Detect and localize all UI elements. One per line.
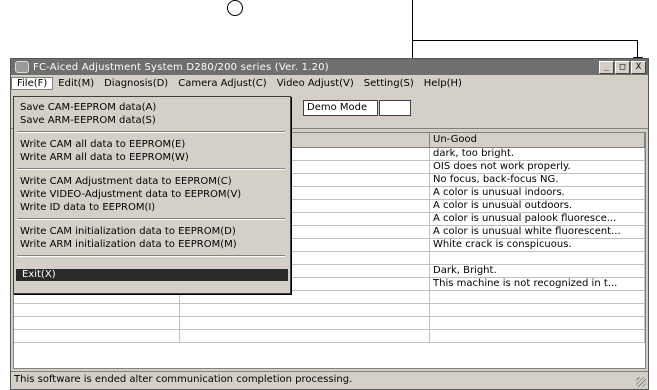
file-menu-dropdown: Save CAM-EEPROM data(A) Save ARM-EEPROM … (13, 96, 291, 294)
table-cell: OIS does not work properly. (430, 161, 645, 173)
table-cell (430, 330, 645, 342)
status-field (379, 100, 411, 116)
table-cell: White crack is conspicuous. (430, 239, 645, 251)
demo-mode-field: Demo Mode (303, 100, 378, 116)
table-cell: No focus, back-focus NG. (430, 174, 645, 186)
menu-item-write-cam-adjustment[interactable]: Write CAM Adjustment data to EEPROM(C) (20, 176, 232, 188)
menu-separator (17, 131, 285, 133)
table-row[interactable] (14, 317, 645, 330)
menu-item-save-arm-eeprom[interactable]: Save ARM-EEPROM data(S) (20, 115, 156, 127)
table-cell (14, 330, 180, 342)
menu-separator (17, 255, 285, 257)
window-title: FC-Aiced Adjustment System D280/200 seri… (33, 61, 329, 73)
table-cell (430, 291, 645, 303)
menu-item-write-id[interactable]: Write ID data to EEPROM(I) (20, 202, 155, 214)
table-cell: dark, too bright. (430, 148, 645, 160)
callout-line-close (637, 40, 638, 58)
table-cell: A color is unusual white fluorescent... (430, 226, 645, 238)
table-cell (180, 304, 430, 316)
menu-setting[interactable]: Setting(S) (359, 78, 419, 89)
table-cell: Dark, Bright. (430, 265, 645, 277)
table-row[interactable] (14, 304, 645, 317)
title-bar[interactable]: FC-Aiced Adjustment System D280/200 seri… (11, 59, 648, 75)
table-cell (180, 330, 430, 342)
menu-bar: File(F) Edit(M) Diagnosis(D) Camera Adju… (11, 75, 648, 92)
table-cell: A color is unusual indoors. (430, 187, 645, 199)
column-header[interactable]: Un-Good (430, 133, 645, 147)
menu-diagnosis[interactable]: Diagnosis(D) (99, 78, 173, 89)
menu-item-exit[interactable]: Exit(X) (16, 269, 288, 281)
app-window: FC-Aiced Adjustment System D280/200 seri… (10, 58, 649, 390)
table-cell (180, 317, 430, 329)
status-bar: This software is ended alter communicati… (11, 371, 648, 389)
table-cell (430, 304, 645, 316)
menu-video-adjust[interactable]: Video Adjust(V) (272, 78, 359, 89)
table-cell (14, 304, 180, 316)
callout-marker (227, 0, 243, 16)
resize-grip-icon[interactable] (636, 377, 646, 387)
menu-camera-adjust[interactable]: Camera Adjust(C) (173, 78, 271, 89)
menu-separator (17, 168, 285, 170)
table-cell (430, 252, 645, 264)
table-cell: A color is unusual outdoors. (430, 200, 645, 212)
callout-line-horizontal (412, 40, 638, 41)
maximize-button[interactable]: □ (615, 61, 630, 74)
menu-separator (17, 218, 285, 220)
table-cell (14, 317, 180, 329)
menu-edit[interactable]: Edit(M) (53, 78, 99, 89)
menu-item-write-arm-init[interactable]: Write ARM initialization data to EEPROM(… (20, 239, 237, 251)
menu-item-write-video-adjustment[interactable]: Write VIDEO-Adjustment data to EEPROM(V) (20, 189, 241, 201)
minimize-button[interactable]: _ (599, 61, 614, 74)
table-cell (430, 317, 645, 329)
table-row[interactable] (14, 330, 645, 343)
close-button[interactable]: X (631, 61, 646, 74)
menu-item-save-cam-eeprom[interactable]: Save CAM-EEPROM data(A) (20, 102, 156, 114)
status-text: This software is ended alter communicati… (14, 374, 353, 385)
menu-item-write-arm-all[interactable]: Write ARM all data to EEPROM(W) (20, 152, 189, 164)
menu-help[interactable]: Help(H) (419, 78, 467, 89)
menu-item-write-cam-init[interactable]: Write CAM initialization data to EEPROM(… (20, 226, 236, 238)
menu-item-write-cam-all[interactable]: Write CAM all data to EEPROM(E) (20, 139, 185, 151)
table-cell: A color is unusual palook fluoresce... (430, 213, 645, 225)
app-icon (15, 61, 29, 73)
menu-file[interactable]: File(F) (11, 77, 54, 90)
table-cell: This machine is not recognized in t... (430, 278, 645, 290)
